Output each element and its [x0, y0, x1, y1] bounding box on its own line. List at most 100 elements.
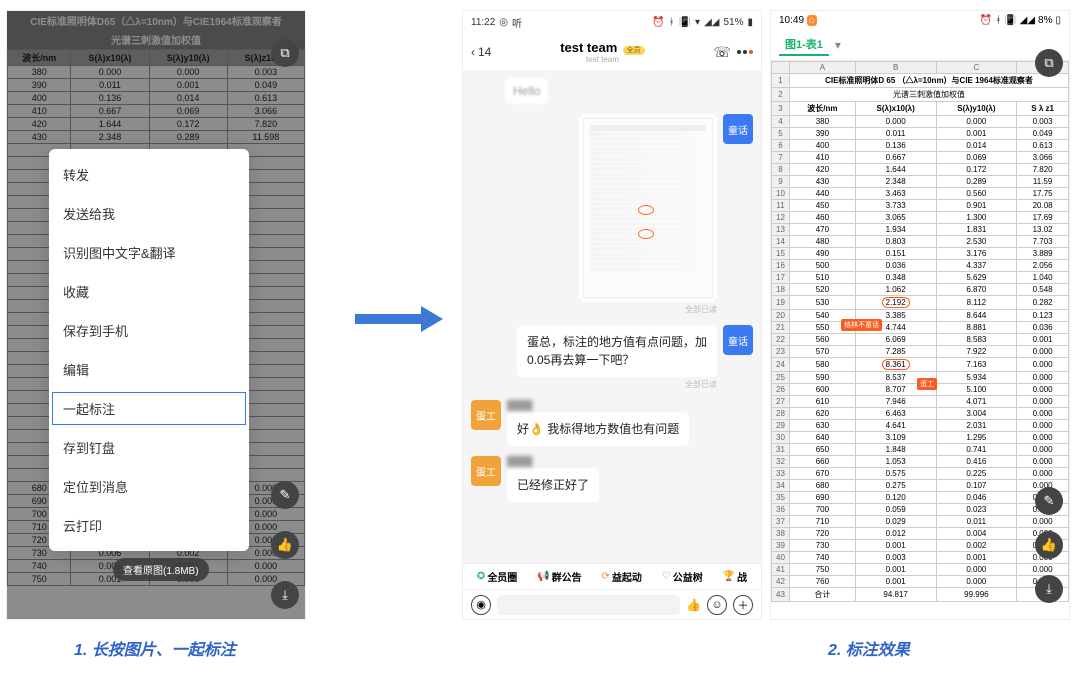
cell[interactable]: 0.001	[855, 576, 936, 588]
cell[interactable]: 7.922	[936, 346, 1017, 358]
cell[interactable]: 0.000	[1017, 408, 1069, 420]
cell[interactable]: 0.123	[1017, 310, 1069, 322]
cell[interactable]: 560	[790, 334, 856, 346]
cell[interactable]: 410	[790, 152, 856, 164]
cell[interactable]: 0.575	[855, 468, 936, 480]
cell[interactable]: 740	[790, 552, 856, 564]
voice-icon[interactable]: ◉	[471, 595, 491, 615]
cell[interactable]: 0.000	[1017, 372, 1069, 384]
fab-download-icon-3[interactable]: ⤓	[1035, 575, 1063, 603]
cell[interactable]: 0.004	[936, 528, 1017, 540]
cell[interactable]: 8.644	[936, 310, 1017, 322]
cell[interactable]: 0.001	[855, 540, 936, 552]
cell[interactable]: 660	[790, 456, 856, 468]
cell[interactable]: 0.001	[936, 128, 1017, 140]
cell[interactable]: 1.644	[855, 164, 936, 176]
cell[interactable]: 2.192	[855, 296, 936, 310]
cell[interactable]: 0.000	[1017, 384, 1069, 396]
cell[interactable]: 0.036	[855, 260, 936, 272]
cell[interactable]: 6.870	[936, 284, 1017, 296]
emoji-icon[interactable]: ☺	[707, 595, 727, 615]
cell[interactable]: 20.08	[1017, 200, 1069, 212]
cell[interactable]: 1.848	[855, 444, 936, 456]
cell[interactable]: 0.000	[1017, 516, 1069, 528]
cell[interactable]: 3.066	[1017, 152, 1069, 164]
tool-activity[interactable]: ⟳益起动	[601, 569, 641, 584]
cell[interactable]: 0.000	[1017, 432, 1069, 444]
cell[interactable]: 690	[790, 492, 856, 504]
menu-item-0[interactable]: 转发	[49, 155, 249, 194]
fab-like-icon[interactable]: 👍	[271, 531, 299, 559]
cell[interactable]: 0.275	[855, 480, 936, 492]
cell[interactable]: 0.000	[1017, 468, 1069, 480]
cell[interactable]: 0.901	[936, 200, 1017, 212]
cell[interactable]: 1.053	[855, 456, 936, 468]
cell[interactable]: 11.59	[1017, 176, 1069, 188]
cell[interactable]: 3.065	[855, 212, 936, 224]
cell[interactable]: 450	[790, 200, 856, 212]
cell[interactable]: 3.004	[936, 408, 1017, 420]
cell[interactable]: 合计	[790, 588, 856, 602]
cell[interactable]: 710	[790, 516, 856, 528]
text-message[interactable]: 蛋总，标注的地方值有点问题，加0.05再去算一下吧？	[517, 325, 717, 377]
cell[interactable]: 0.049	[1017, 128, 1069, 140]
cell[interactable]: 1.062	[855, 284, 936, 296]
cell[interactable]: 730	[790, 540, 856, 552]
cell[interactable]: 420	[790, 164, 856, 176]
menu-item-1[interactable]: 发送给我	[49, 194, 249, 233]
cell[interactable]: 0.012	[855, 528, 936, 540]
cell[interactable]: 590	[790, 372, 856, 384]
cell[interactable]: 0.000	[1017, 564, 1069, 576]
cell[interactable]: 0.282	[1017, 296, 1069, 310]
fab-edit-icon[interactable]: ✎	[271, 481, 299, 509]
view-original-button[interactable]: 查看原图(1.8MB)	[113, 558, 209, 581]
cell[interactable]: 0.023	[936, 504, 1017, 516]
reply-message-1[interactable]: 好👌 我标得地方数值也有问题	[507, 412, 689, 446]
cell[interactable]: 7.163	[936, 358, 1017, 372]
cell[interactable]: 0.002	[936, 540, 1017, 552]
cell[interactable]: 0.289	[936, 176, 1017, 188]
fab-download-icon[interactable]: ⤓	[271, 581, 299, 609]
cell[interactable]: 1.295	[936, 432, 1017, 444]
more-icon[interactable]	[737, 50, 753, 54]
cell[interactable]: 8.361	[855, 358, 936, 372]
cell[interactable]: 0.003	[855, 552, 936, 564]
cell[interactable]: 0.003	[1017, 116, 1069, 128]
cell[interactable]: 0.000	[936, 564, 1017, 576]
cell[interactable]: 0.560	[936, 188, 1017, 200]
cell[interactable]: 460	[790, 212, 856, 224]
cell[interactable]: 0.667	[855, 152, 936, 164]
image-message[interactable]: for(let i=0;i<28;i++)document.write('<di…	[579, 114, 717, 302]
cell[interactable]: 430	[790, 176, 856, 188]
menu-item-8[interactable]: 定位到消息	[49, 467, 249, 506]
cell[interactable]: 0.172	[936, 164, 1017, 176]
thumbs-up-icon[interactable]: 👍	[686, 598, 701, 612]
cell[interactable]: 3.176	[936, 248, 1017, 260]
cell[interactable]: 0.000	[1017, 456, 1069, 468]
cell[interactable]: 530	[790, 296, 856, 310]
cell[interactable]: 0.120	[855, 492, 936, 504]
cell[interactable]: 2.530	[936, 236, 1017, 248]
cell[interactable]: 0.000	[1017, 396, 1069, 408]
cell[interactable]: 600	[790, 384, 856, 396]
avatar-self[interactable]: 童话	[723, 114, 753, 144]
cell[interactable]: 0.000	[1017, 346, 1069, 358]
cell[interactable]: 1.831	[936, 224, 1017, 236]
cell[interactable]: 4.071	[936, 396, 1017, 408]
cell[interactable]: 2.056	[1017, 260, 1069, 272]
cell[interactable]: 0.151	[855, 248, 936, 260]
cell[interactable]: 7.946	[855, 396, 936, 408]
cell[interactable]: 6.069	[855, 334, 936, 346]
cell[interactable]: 380	[790, 116, 856, 128]
cell[interactable]: 0.225	[936, 468, 1017, 480]
cell[interactable]: 700	[790, 504, 856, 516]
cell[interactable]: 3.109	[855, 432, 936, 444]
cell[interactable]: 620	[790, 408, 856, 420]
cell[interactable]: 7.285	[855, 346, 936, 358]
cell[interactable]: 400	[790, 140, 856, 152]
cell[interactable]: 650	[790, 444, 856, 456]
cell[interactable]: 0.348	[855, 272, 936, 284]
tool-announce[interactable]: 📢群公告	[537, 569, 581, 584]
cell[interactable]: 0.548	[1017, 284, 1069, 296]
cell[interactable]: 490	[790, 248, 856, 260]
